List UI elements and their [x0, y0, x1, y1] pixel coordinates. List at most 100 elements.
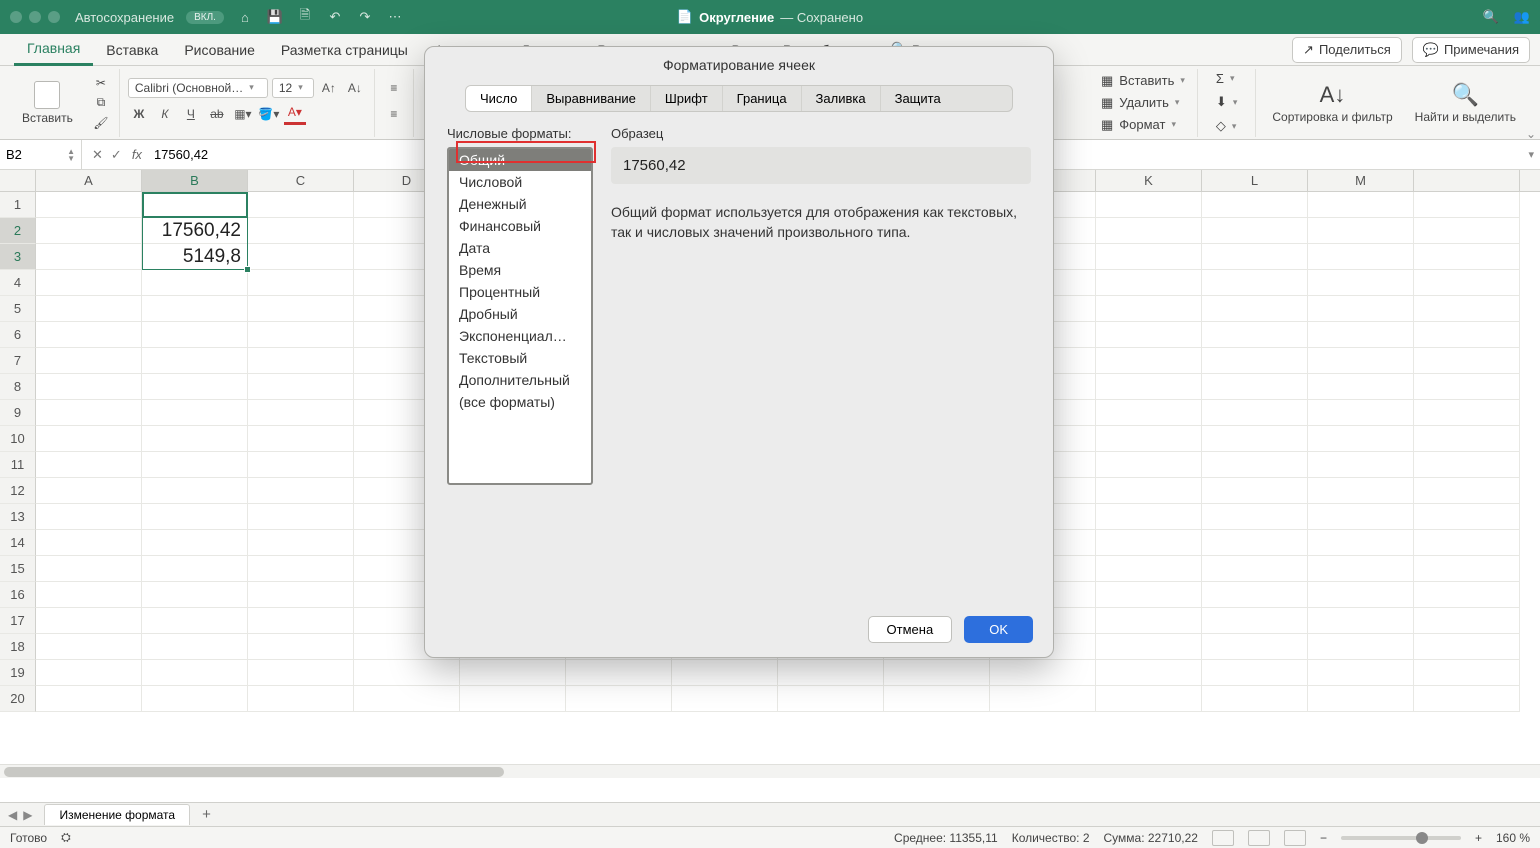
cell[interactable]: [1308, 192, 1414, 218]
cell[interactable]: [354, 660, 460, 686]
ok-button[interactable]: OK: [964, 616, 1033, 643]
cell[interactable]: [1414, 608, 1520, 634]
cell[interactable]: [1308, 244, 1414, 270]
cell[interactable]: [1096, 478, 1202, 504]
col-header-K[interactable]: K: [1096, 170, 1202, 191]
zoom-in-icon[interactable]: +: [1475, 831, 1482, 845]
cell[interactable]: [1414, 270, 1520, 296]
fx-label[interactable]: fx: [132, 147, 150, 162]
cell[interactable]: [1308, 426, 1414, 452]
row-header[interactable]: 11: [0, 452, 36, 478]
cell[interactable]: [1096, 374, 1202, 400]
cell[interactable]: [1096, 634, 1202, 660]
bold-button[interactable]: Ж: [128, 103, 150, 125]
strike-button[interactable]: ab: [206, 103, 228, 125]
cell[interactable]: [1202, 348, 1308, 374]
cell[interactable]: [354, 686, 460, 712]
row-header[interactable]: 10: [0, 426, 36, 452]
category-item[interactable]: Время: [449, 259, 591, 281]
row-header[interactable]: 19: [0, 660, 36, 686]
row-header[interactable]: 16: [0, 582, 36, 608]
category-item[interactable]: Числовой: [449, 171, 591, 193]
row-header[interactable]: 14: [0, 530, 36, 556]
cell[interactable]: [1308, 322, 1414, 348]
cell[interactable]: [1308, 504, 1414, 530]
close-icon[interactable]: [10, 11, 22, 23]
cell[interactable]: [1096, 218, 1202, 244]
dialog-tab-font[interactable]: Шрифт: [651, 86, 723, 111]
cell[interactable]: [248, 426, 354, 452]
fill-handle[interactable]: [244, 266, 251, 273]
cell[interactable]: [248, 478, 354, 504]
cell[interactable]: [1308, 218, 1414, 244]
cell[interactable]: [142, 660, 248, 686]
cell[interactable]: [1202, 452, 1308, 478]
cell[interactable]: [1308, 452, 1414, 478]
cell[interactable]: [1096, 556, 1202, 582]
cell[interactable]: [142, 530, 248, 556]
home-icon[interactable]: ⌂: [236, 8, 254, 26]
cell[interactable]: [1308, 530, 1414, 556]
cell[interactable]: [248, 192, 354, 218]
cell[interactable]: [1096, 686, 1202, 712]
cell[interactable]: [1414, 374, 1520, 400]
cell[interactable]: [1414, 452, 1520, 478]
row-header[interactable]: 17: [0, 608, 36, 634]
cell[interactable]: [36, 218, 142, 244]
share-toolbar-icon[interactable]: 👥: [1514, 9, 1530, 25]
cell[interactable]: [142, 452, 248, 478]
cell[interactable]: [1096, 348, 1202, 374]
document-icon[interactable]: 🗎: [296, 8, 314, 26]
view-break-icon[interactable]: [1284, 830, 1306, 846]
dialog-tab-protect[interactable]: Защита: [881, 86, 955, 111]
cell[interactable]: [1308, 348, 1414, 374]
cancel-formula-icon[interactable]: ✕: [92, 147, 103, 163]
name-box[interactable]: B2 ▲▼: [0, 140, 82, 169]
cell[interactable]: [1308, 296, 1414, 322]
cell[interactable]: [248, 608, 354, 634]
cell[interactable]: [460, 660, 566, 686]
cell[interactable]: [36, 478, 142, 504]
cell[interactable]: [1096, 426, 1202, 452]
align-left-icon[interactable]: ≡: [383, 103, 405, 125]
cell[interactable]: [142, 634, 248, 660]
row-header[interactable]: 7: [0, 348, 36, 374]
cell[interactable]: [1414, 660, 1520, 686]
row-header[interactable]: 12: [0, 478, 36, 504]
cell[interactable]: [1414, 400, 1520, 426]
cell[interactable]: [36, 608, 142, 634]
dialog-tab-align[interactable]: Выравнивание: [532, 86, 650, 111]
cell[interactable]: [1202, 426, 1308, 452]
cell[interactable]: [1414, 556, 1520, 582]
cell[interactable]: [142, 296, 248, 322]
category-item[interactable]: Общий: [449, 149, 591, 171]
row-header[interactable]: 1: [0, 192, 36, 218]
cell[interactable]: [248, 660, 354, 686]
cell[interactable]: [566, 660, 672, 686]
cell[interactable]: [142, 426, 248, 452]
cell[interactable]: [142, 686, 248, 712]
align-top-icon[interactable]: ≡: [383, 77, 405, 99]
cell[interactable]: [248, 400, 354, 426]
category-item[interactable]: (все форматы): [449, 391, 591, 413]
cell[interactable]: [248, 296, 354, 322]
cell[interactable]: [142, 582, 248, 608]
font-name-select[interactable]: Calibri (Основной…▾: [128, 78, 268, 98]
cell[interactable]: [1202, 478, 1308, 504]
cell[interactable]: [1414, 686, 1520, 712]
cell[interactable]: [36, 530, 142, 556]
cell[interactable]: [248, 218, 354, 244]
accessibility-icon[interactable]: ⛭: [61, 830, 71, 845]
cell[interactable]: [1202, 608, 1308, 634]
row-header[interactable]: 5: [0, 296, 36, 322]
clear-button[interactable]: ◇ ▾: [1212, 116, 1241, 136]
cell[interactable]: [1096, 660, 1202, 686]
cell[interactable]: [1308, 374, 1414, 400]
cell[interactable]: [460, 686, 566, 712]
cell[interactable]: [36, 452, 142, 478]
cell[interactable]: [1414, 530, 1520, 556]
cell[interactable]: [36, 374, 142, 400]
cell[interactable]: [1414, 244, 1520, 270]
cell[interactable]: [1202, 634, 1308, 660]
cell[interactable]: [1414, 218, 1520, 244]
